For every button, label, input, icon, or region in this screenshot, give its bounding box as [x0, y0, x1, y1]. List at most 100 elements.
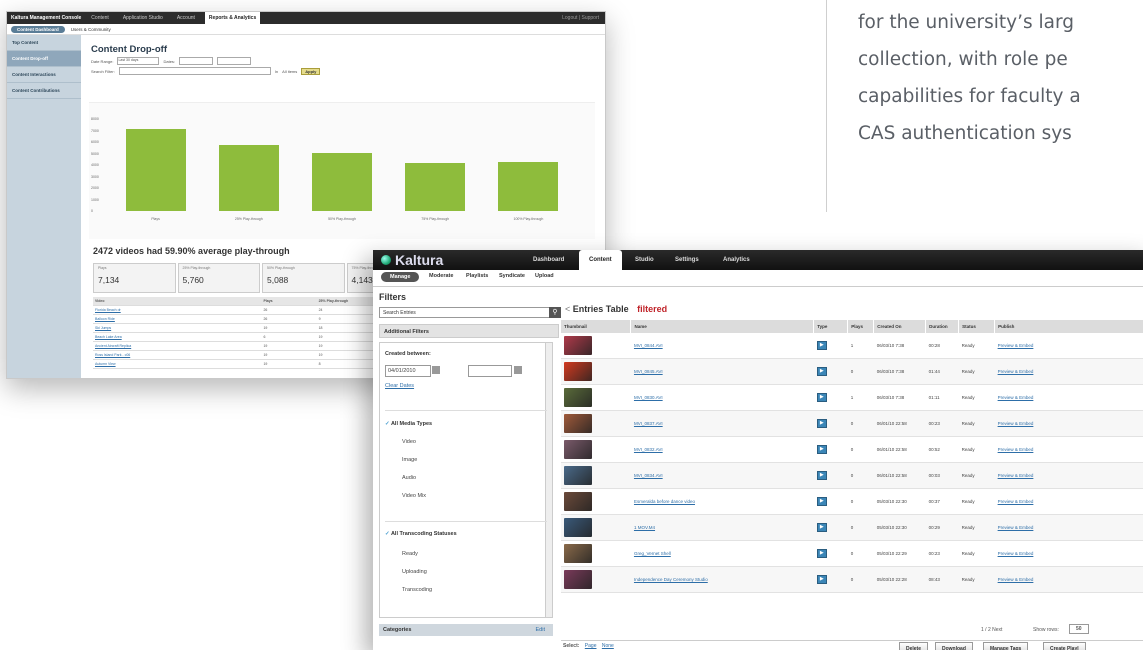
col-name[interactable]: Name [630, 320, 815, 333]
apply-button[interactable]: Apply [301, 67, 321, 75]
all-media-types-checkbox[interactable]: ✓ All Media Types [385, 421, 432, 427]
nav-analytics[interactable]: Analytics [723, 250, 750, 270]
preview-embed-link[interactable]: Preview & Embed [998, 343, 1034, 348]
media-type-image[interactable]: Image [402, 457, 417, 463]
video-link[interactable]: Florida Beach dr [95, 308, 121, 312]
media-type-video[interactable]: Video [402, 439, 416, 445]
pagination[interactable]: 1 / 2 Next [981, 627, 1002, 633]
thumbnail-image[interactable] [564, 362, 592, 381]
thumbnail-image[interactable] [564, 518, 592, 537]
thumbnail-image[interactable] [564, 466, 592, 485]
date-from-input[interactable]: 04/01/2010 [385, 365, 431, 377]
col-video[interactable]: Video [93, 297, 262, 306]
preview-embed-link[interactable]: Preview & Embed [998, 395, 1034, 400]
video-link[interactable]: Balloon Ride [95, 317, 115, 321]
subnav-playlists[interactable]: Playlists [466, 273, 488, 279]
col-type[interactable]: Type [813, 320, 849, 333]
date-from-input[interactable] [179, 57, 214, 65]
preview-embed-link[interactable]: Preview & Embed [998, 447, 1034, 452]
preview-embed-link[interactable]: Preview & Embed [998, 369, 1034, 374]
tab-application-studio[interactable]: Application Studio [119, 15, 167, 21]
subnav-syndicate[interactable]: Syndicate [499, 273, 525, 279]
preview-embed-link[interactable]: Preview & Embed [998, 473, 1034, 478]
subnav-upload[interactable]: Upload [535, 273, 554, 279]
thumbnail-image[interactable] [564, 544, 592, 563]
status-transcoding[interactable]: Transcoding [402, 587, 432, 593]
video-link[interactable]: Ski Jumps [95, 326, 111, 330]
thumbnail-image[interactable] [564, 388, 592, 407]
entry-name-link[interactable]: Esmeralda before dance video [634, 499, 695, 504]
all-statuses-checkbox[interactable]: ✓ All Transcoding Statuses [385, 531, 457, 537]
entry-name-link[interactable]: Greg_Vernet Shell [634, 551, 671, 556]
delete-button[interactable]: Delete [899, 642, 929, 650]
preview-embed-link[interactable]: Preview & Embed [998, 499, 1034, 504]
preview-embed-link[interactable]: Preview & Embed [998, 525, 1034, 530]
col-thumbnail[interactable]: Thumbnail [561, 320, 632, 333]
select-none-link[interactable]: None [602, 643, 614, 649]
preview-embed-link[interactable]: Preview & Embed [998, 421, 1034, 426]
calendar-icon[interactable] [514, 366, 522, 374]
col-status[interactable]: Status [958, 320, 996, 333]
col-plays[interactable]: Plays [847, 320, 875, 333]
thumbnail-image[interactable] [564, 492, 592, 511]
date-to-input[interactable] [217, 57, 252, 65]
search-icon[interactable]: ⚲ [549, 307, 561, 318]
sidebar-item-content-drop-off[interactable]: Content Drop-off [7, 51, 81, 67]
tab-reports-analytics[interactable]: Reports & Analytics [204, 12, 261, 24]
categories-bar[interactable]: Categories Edit [379, 624, 553, 636]
create-playlist-button[interactable]: Create Playl [1043, 642, 1086, 650]
entry-name-link[interactable]: MVI_0832.AVI [634, 447, 663, 452]
search-filter-input[interactable] [118, 67, 271, 75]
nav-content[interactable]: Content [579, 250, 622, 270]
subtab-users-community[interactable]: Users & Community [71, 27, 111, 32]
entry-name-link[interactable]: 1 MOV.M4 [634, 525, 655, 530]
subtab-content-dashboard[interactable]: Content Dashboard [11, 25, 65, 33]
preview-embed-link[interactable]: Preview & Embed [998, 551, 1034, 556]
entry-name-link[interactable]: MVI_0837.AVI [634, 421, 663, 426]
status-uploading[interactable]: Uploading [402, 569, 427, 575]
clear-dates-link[interactable]: Clear Dates [385, 383, 414, 389]
download-button[interactable]: Download [935, 642, 973, 650]
video-link[interactable]: Autumn View [95, 362, 116, 366]
sidebar-item-content-interactions[interactable]: Content Interactions [7, 67, 81, 83]
thumbnail-image[interactable] [564, 414, 592, 433]
show-rows-select[interactable]: 50 [1069, 624, 1089, 634]
entry-name-link[interactable]: MVI_0830.AVI [634, 395, 663, 400]
tab-content[interactable]: Content [87, 15, 113, 21]
search-input[interactable]: Search Entries [379, 307, 550, 318]
subnav-manage[interactable]: Manage [381, 272, 420, 282]
video-link[interactable]: Ross Island Park - c06 [95, 353, 130, 357]
status-ready[interactable]: Ready [402, 551, 418, 557]
categories-edit-link[interactable]: Edit [536, 624, 545, 636]
back-arrow-icon[interactable]: < [565, 304, 570, 314]
select-page-link[interactable]: Page [585, 643, 597, 649]
thumbnail-image[interactable] [564, 336, 592, 355]
entry-name-link[interactable]: MVI_0845.AVI [634, 369, 663, 374]
date-to-input[interactable] [468, 365, 512, 377]
all-items-radio[interactable]: All items [282, 69, 297, 74]
calendar-icon[interactable] [432, 366, 440, 374]
date-range-select[interactable]: Last 30 days [117, 57, 160, 65]
thumbnail-image[interactable] [564, 570, 592, 589]
col-created-on[interactable]: Created On [873, 320, 927, 333]
thumbnail-image[interactable] [564, 440, 592, 459]
sidebar-item-top-content[interactable]: Top Content [7, 35, 81, 51]
media-type-audio[interactable]: Audio [402, 475, 416, 481]
nav-settings[interactable]: Settings [675, 250, 699, 270]
col-duration[interactable]: Duration [925, 320, 960, 333]
sidebar-item-content-contributions[interactable]: Content Contributions [7, 83, 81, 99]
media-type-video-mix[interactable]: Video Mix [402, 493, 426, 499]
video-link[interactable]: Ancient Aircraft Replica [95, 344, 131, 348]
video-link[interactable]: Beach Lake Area [95, 335, 122, 339]
tab-account[interactable]: Account [173, 15, 199, 21]
entry-name-link[interactable]: Independence Day Ceremony Studio [634, 577, 708, 582]
additional-filters-header[interactable]: Additional Filters [379, 324, 559, 338]
preview-embed-link[interactable]: Preview & Embed [998, 577, 1034, 582]
entry-name-link[interactable]: MVI_0844.AVI [634, 343, 663, 348]
filter-scrollbar[interactable] [545, 343, 552, 617]
manage-tags-button[interactable]: Manage Tags [983, 642, 1029, 650]
subnav-moderate[interactable]: Moderate [429, 273, 453, 279]
entry-name-link[interactable]: MVI_0834.AVI [634, 473, 663, 478]
top-links[interactable]: Logout | Support [562, 15, 605, 21]
nav-studio[interactable]: Studio [635, 250, 654, 270]
